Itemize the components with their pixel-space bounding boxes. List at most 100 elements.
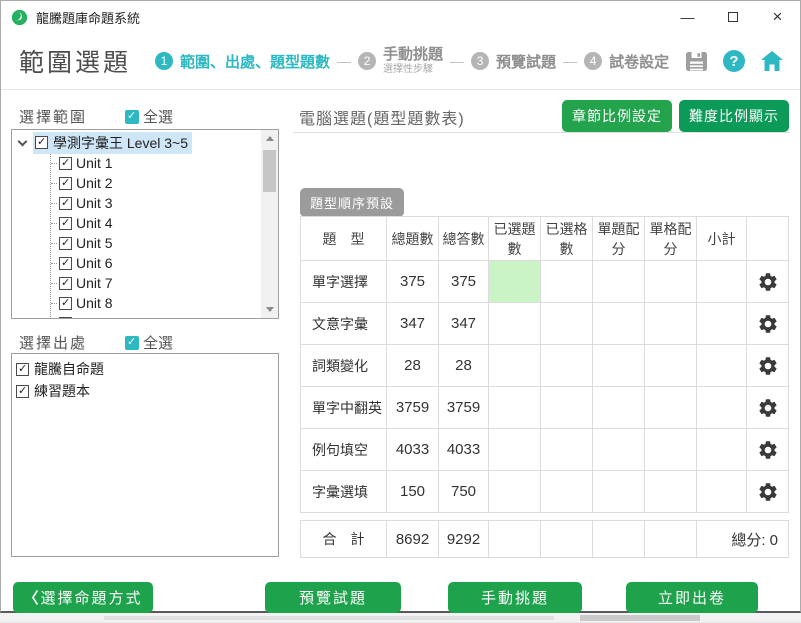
divider [293,132,790,133]
checkbox-checked-icon[interactable] [59,237,72,250]
generate-exam-button[interactable]: 立即出卷 [626,582,758,613]
total-score-label: 總分: [731,532,765,549]
row-settings-button[interactable] [747,471,789,513]
back-to-method-button[interactable]: 〈選擇命題方式 [13,582,153,613]
step-3-label: 預覽試題 [496,51,556,72]
source-select-all[interactable]: 全選 [125,332,173,353]
difficulty-ratio-button[interactable]: 難度比例顯示 [679,100,789,132]
tree-node-unit-3[interactable]: Unit 3 [51,193,278,213]
checkbox-checked-icon[interactable] [59,317,72,320]
step-separator: — [563,53,577,69]
tree-node-unit-5[interactable]: Unit 5 [51,233,278,253]
points-question-cell[interactable] [593,471,645,513]
tree-scrollbar[interactable] [261,130,278,318]
tree-node-unit-7[interactable]: Unit 7 [51,273,278,293]
totals-table: 合 計 8692 9292 總分: 0 [300,520,789,558]
manual-pick-button[interactable]: 手動挑題 [448,582,582,613]
range-select-all[interactable]: 全選 [125,106,173,127]
col-subtotal: 小計 [697,217,747,261]
tree-node-unit-1[interactable]: Unit 1 [51,153,278,173]
points-question-cell[interactable] [593,429,645,471]
maximize-button[interactable] [710,1,755,33]
chapter-ratio-button[interactable]: 章節比例設定 [562,100,672,132]
tree-node-label: Unit 9 [76,315,113,319]
checkbox-checked-icon[interactable] [35,136,48,149]
row-settings-button[interactable] [747,345,789,387]
row-settings-button[interactable] [747,303,789,345]
scroll-up-icon[interactable] [266,136,274,141]
selected-questions-cell[interactable] [489,303,541,345]
row-settings-button[interactable] [747,387,789,429]
totals-points-blank [645,521,697,558]
selected-questions-cell[interactable] [489,261,541,303]
source-item-selfmade[interactable]: 龍騰自命題 [16,358,278,380]
selected-blanks-cell[interactable] [541,429,593,471]
source-item-workbook[interactable]: 練習題本 [16,380,278,402]
selected-questions-cell[interactable] [489,429,541,471]
total-score: 總分: 0 [697,521,789,558]
tree-node-unit-2[interactable]: Unit 2 [51,173,278,193]
scrollbar-thumb[interactable] [263,150,276,192]
points-question-cell[interactable] [593,303,645,345]
preview-questions-button[interactable]: 預覽試題 [265,582,401,613]
points-blank-cell[interactable] [645,261,697,303]
range-select-all-label: 全選 [143,106,173,127]
points-blank-cell[interactable] [645,387,697,429]
tree-node-unit-9[interactable]: Unit 9 [51,313,278,319]
checkbox-checked-icon [125,110,139,124]
points-blank-cell[interactable] [645,429,697,471]
tree-node-unit-6[interactable]: Unit 6 [51,253,278,273]
chevron-down-icon[interactable] [18,136,28,146]
home-icon [760,50,784,72]
total-score-value: 0 [770,532,778,549]
checkbox-checked-icon[interactable] [16,363,29,376]
totals-questions: 8692 [387,521,439,558]
scroll-down-icon[interactable] [266,307,274,312]
selected-blanks-cell[interactable] [541,387,593,429]
save-button[interactable] [685,51,708,72]
tree-node-unit-8[interactable]: Unit 8 [51,293,278,313]
checkbox-checked-icon[interactable] [59,277,72,290]
checkbox-checked-icon[interactable] [59,217,72,230]
selected-questions-cell[interactable] [489,471,541,513]
row-settings-button[interactable] [747,261,789,303]
checkbox-checked-icon[interactable] [59,297,72,310]
points-blank-cell[interactable] [645,345,697,387]
selected-blanks-cell[interactable] [541,303,593,345]
step-1-range: 1 範圍、出處、題型題數 [155,51,330,72]
points-question-cell[interactable] [593,387,645,429]
background-fragment [104,616,554,620]
selected-blanks-cell[interactable] [541,345,593,387]
row-settings-button[interactable] [747,429,789,471]
maximize-icon [728,12,738,22]
checkbox-checked-icon[interactable] [59,157,72,170]
totals-selected-questions [489,521,541,558]
row-type-label: 字彙選填 [301,471,387,513]
points-blank-cell[interactable] [645,471,697,513]
tree-node-unit-4[interactable]: Unit 4 [51,213,278,233]
selected-blanks-cell[interactable] [541,471,593,513]
tree-node-book[interactable]: 學測字彙王 Level 3~5 [16,132,278,153]
points-blank-cell[interactable] [645,303,697,345]
tree-node-label: Unit 2 [76,175,113,191]
tree-node-label: Unit 7 [76,275,113,291]
checkbox-checked-icon[interactable] [59,197,72,210]
home-button[interactable] [760,50,784,72]
gear-icon [757,397,779,419]
tree-node-book-selected[interactable]: 學測字彙王 Level 3~5 [33,132,192,154]
help-button[interactable]: ? [723,50,745,72]
step-1-label: 範圍、出處、題型題數 [180,51,330,72]
checkbox-checked-icon[interactable] [59,177,72,190]
selected-questions-cell[interactable] [489,387,541,429]
totals-label: 合 計 [301,521,387,558]
question-order-preset-button[interactable]: 題型順序預設 [300,188,404,217]
checkbox-checked-icon[interactable] [59,257,72,270]
checkbox-checked-icon[interactable] [16,385,29,398]
close-button[interactable]: × [755,1,800,33]
row-answers: 4033 [439,429,489,471]
points-question-cell[interactable] [593,345,645,387]
points-question-cell[interactable] [593,261,645,303]
selected-questions-cell[interactable] [489,345,541,387]
minimize-button[interactable]: — [665,1,710,33]
selected-blanks-cell[interactable] [541,261,593,303]
